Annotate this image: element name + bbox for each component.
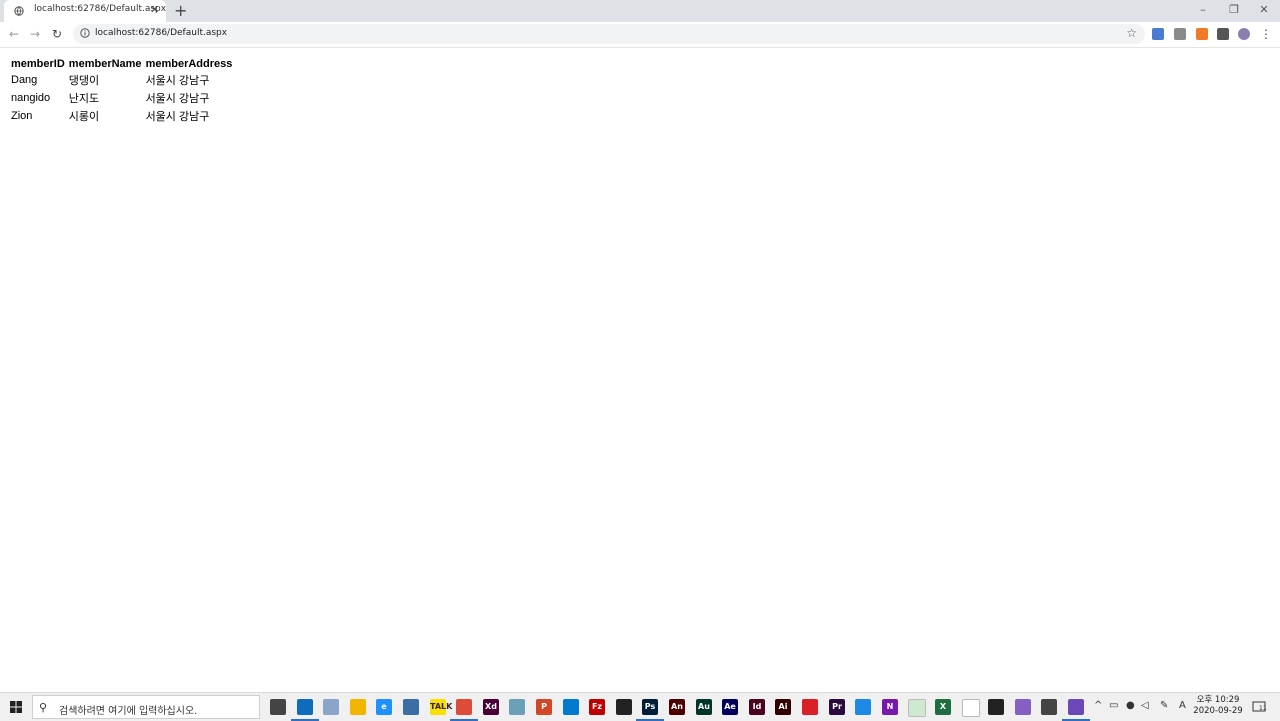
translate-extension-icon[interactable] (1152, 28, 1164, 40)
pen-icon[interactable]: ✎ (1160, 700, 1168, 711)
audition-taskbar-icon[interactable]: Au (696, 699, 712, 715)
animate-taskbar-icon[interactable]: An (669, 699, 685, 715)
kakaotalk-taskbar-icon[interactable]: TALK (430, 699, 452, 715)
table-row: Dang 댕댕이 서울시 강남구 (10, 72, 233, 88)
indesign-taskbar-icon[interactable]: Id (749, 699, 765, 715)
tab-strip: localhost:62786/Default.aspx ✕ + – ❐ ✕ (0, 0, 1280, 22)
excel-taskbar-icon[interactable]: X (935, 699, 951, 715)
members-table: memberID memberName memberAddress Dang 댕… (8, 56, 235, 126)
globe-icon (14, 6, 24, 16)
chrome-taskbar-icon[interactable] (450, 699, 478, 721)
camera-extension-icon[interactable] (1174, 28, 1186, 40)
table-row: nangido 난지도 서울시 강남구 (10, 90, 233, 106)
taskbar: ⚲ 검색하려면 여기에 입력하십시오. e TALK Xd P Fz Ps An Au Ae Id… (0, 692, 1280, 721)
photoshop-taskbar-icon[interactable]: Ps (636, 699, 664, 721)
system-clock[interactable]: 오후 10:29 2020-09-29 (1192, 695, 1244, 717)
onenote-taskbar-icon[interactable]: N (882, 699, 898, 715)
profile-avatar[interactable] (1238, 28, 1250, 40)
illustrator-taskbar-icon[interactable]: Ai (775, 699, 791, 715)
tab-title: localhost:62786/Default.aspx (34, 4, 167, 14)
task-view-taskbar-icon[interactable] (270, 699, 286, 715)
taskbar-search-box[interactable]: ⚲ 검색하려면 여기에 입력하십시오. (32, 695, 260, 719)
column-header: memberID (11, 58, 65, 70)
mail-taskbar-icon[interactable] (291, 699, 319, 721)
clock-date: 2020-09-29 (1193, 706, 1243, 716)
visual-studio-active-taskbar-icon[interactable] (1062, 699, 1090, 721)
notepad-taskbar-icon[interactable] (509, 699, 525, 715)
member-id-cell: Dang (11, 74, 38, 86)
puzzle-extensions-icon[interactable] (1217, 28, 1229, 40)
taskbar-search-placeholder[interactable]: 검색하려면 여기에 입력하십시오. (59, 702, 197, 717)
member-id-cell: Zion (11, 110, 33, 122)
page-content: memberID memberName memberAddress Dang 댕… (8, 56, 235, 126)
back-button[interactable]: ← (5, 26, 23, 42)
search-icon: ⚲ (39, 701, 48, 714)
member-address-cell: 서울시 강남구 (145, 75, 210, 87)
internet-explorer-taskbar-icon[interactable]: e (376, 699, 392, 715)
table-row: Zion 시롱이 서울시 강남구 (10, 108, 233, 124)
column-header: memberName (68, 58, 142, 70)
window-close-button[interactable]: ✕ (1250, 2, 1278, 18)
member-name-cell: 난지도 (68, 93, 100, 105)
file-explorer-taskbar-icon[interactable] (350, 699, 366, 715)
member-name-cell: 시롱이 (68, 111, 100, 123)
after-effects-taskbar-icon[interactable]: Ae (722, 699, 738, 715)
tab-close-icon[interactable]: ✕ (150, 3, 159, 17)
member-address-cell: 서울시 강남구 (145, 93, 210, 105)
vs-code-insiders-taskbar-icon[interactable] (962, 699, 980, 717)
green-app-taskbar-icon[interactable] (908, 699, 926, 717)
restore-button[interactable]: ❐ (1220, 2, 1248, 18)
network-icon[interactable]: ▭ (1109, 700, 1118, 711)
url-text[interactable]: localhost:62786/Default.aspx (95, 28, 227, 38)
blue-app-taskbar-icon[interactable] (855, 699, 871, 715)
visual-studio-taskbar-icon[interactable] (1015, 699, 1031, 715)
column-header: memberAddress (145, 58, 233, 70)
volume-icon[interactable]: ◁ (1141, 700, 1149, 711)
member-address-cell: 서울시 강남구 (145, 111, 210, 123)
browser-menu-icon[interactable]: ⋮ (1257, 26, 1275, 42)
notification-count: 11 (1259, 705, 1267, 712)
vscode-taskbar-icon[interactable] (563, 699, 579, 715)
new-tab-button[interactable]: + (174, 2, 187, 20)
browser-toolbar: ← → ↻ localhost:62786/Default.aspx ☆ ⋮ (0, 22, 1280, 48)
unity-taskbar-icon[interactable] (988, 699, 1004, 715)
store-taskbar-icon[interactable] (403, 699, 419, 715)
orange-extension-icon[interactable] (1196, 28, 1208, 40)
bookmark-star-icon[interactable]: ☆ (1126, 26, 1137, 40)
microphone-icon[interactable]: ● (1126, 700, 1135, 711)
creative-cloud-taskbar-icon[interactable] (802, 699, 818, 715)
calculator-taskbar-icon[interactable] (1041, 699, 1057, 715)
notification-center-icon[interactable]: 11 (1252, 699, 1267, 713)
recorder-taskbar-icon[interactable] (616, 699, 632, 715)
adobe-xd-taskbar-icon[interactable]: Xd (483, 699, 499, 715)
browser-tab[interactable]: localhost:62786/Default.aspx ✕ (4, 0, 166, 22)
member-id-cell: nangido (11, 92, 51, 104)
premiere-taskbar-icon[interactable]: Pr (829, 699, 845, 715)
reload-button[interactable]: ↻ (48, 26, 66, 42)
info-icon[interactable] (80, 28, 90, 38)
paint-taskbar-icon[interactable] (323, 699, 339, 715)
clock-time: 오후 10:29 (1196, 695, 1240, 705)
forward-button[interactable]: → (26, 26, 44, 42)
filezilla-taskbar-icon[interactable]: Fz (589, 699, 605, 715)
windows-start-icon[interactable] (10, 701, 22, 713)
minimize-button[interactable]: – (1189, 2, 1217, 18)
ime-indicator[interactable]: A (1179, 700, 1186, 711)
member-name-cell: 댕댕이 (68, 75, 100, 87)
tray-overflow-icon[interactable]: ^ (1094, 700, 1102, 711)
table-header-row: memberID memberName memberAddress (10, 58, 233, 70)
address-bar[interactable]: localhost:62786/Default.aspx ☆ (73, 24, 1145, 44)
powerpoint-taskbar-icon[interactable]: P (536, 699, 552, 715)
